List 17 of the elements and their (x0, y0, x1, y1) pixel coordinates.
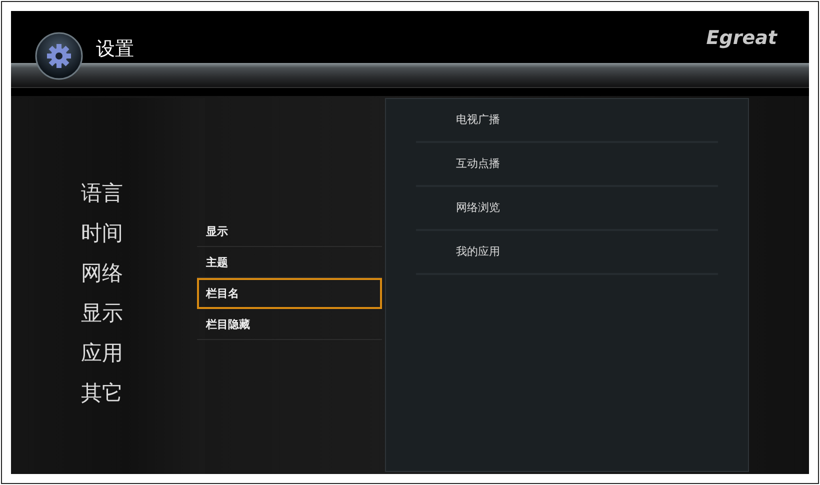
gear-icon (34, 31, 84, 81)
menu-item[interactable]: 栏目名 (197, 278, 382, 309)
option-item[interactable]: 我的应用 (456, 245, 500, 258)
category-item[interactable]: 显示 (81, 293, 123, 333)
page-title: 设置 (96, 37, 134, 62)
category-item[interactable]: 时间 (81, 213, 123, 253)
menu-item[interactable]: 栏目隐藏 (197, 309, 382, 340)
menu-item[interactable]: 主题 (197, 247, 382, 278)
category-item[interactable]: 语言 (81, 173, 123, 213)
menu-item[interactable]: 显示 (197, 216, 382, 247)
option-item[interactable]: 互动点播 (456, 157, 500, 170)
option-item[interactable]: 电视广播 (456, 113, 500, 126)
category-item[interactable]: 网络 (81, 253, 123, 293)
category-item[interactable]: 应用 (81, 333, 123, 373)
brand-logo: Egreat (706, 27, 777, 49)
category-item[interactable]: 其它 (81, 373, 123, 413)
option-item[interactable]: 网络浏览 (456, 201, 500, 214)
